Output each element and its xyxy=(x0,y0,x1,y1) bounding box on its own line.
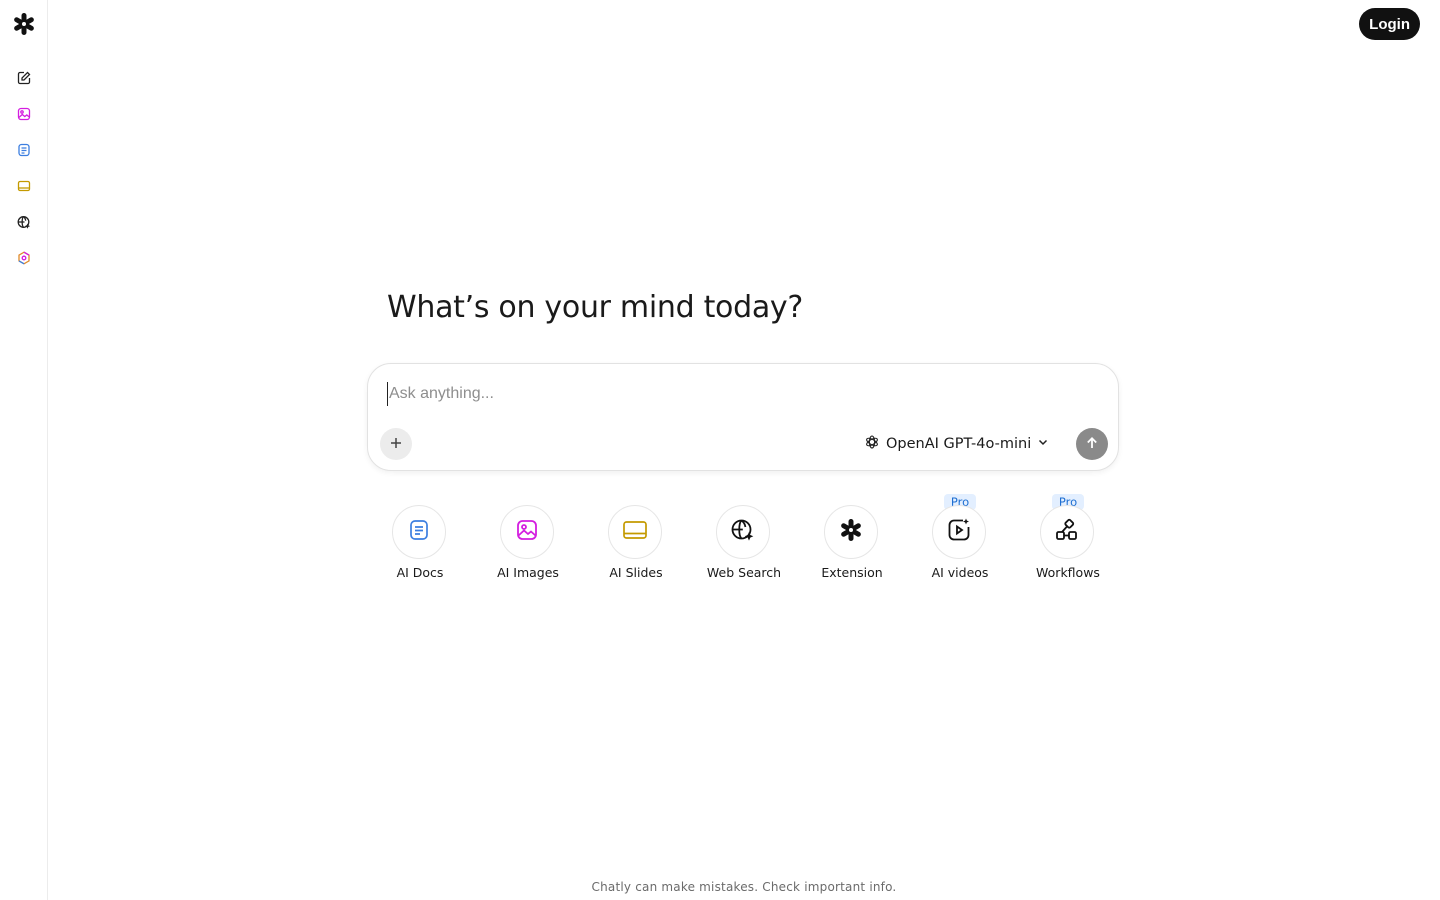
sidebar-item-web-search[interactable] xyxy=(14,214,34,234)
tool-label: AI videos xyxy=(931,565,989,580)
docs-icon xyxy=(407,518,431,547)
sidebar xyxy=(0,0,48,900)
workflow-icon xyxy=(1054,517,1080,548)
login-button[interactable]: Login xyxy=(1359,8,1420,40)
send-button[interactable] xyxy=(1076,428,1108,460)
web-search-icon xyxy=(17,215,31,234)
web-search-icon xyxy=(730,517,756,548)
asterisk-logo-icon[interactable] xyxy=(12,12,36,36)
new-chat-icon xyxy=(17,71,31,90)
asterisk-icon xyxy=(839,518,863,547)
tool-ai-slides[interactable]: AI Slides xyxy=(582,494,690,584)
page-title: What’s on your mind today? xyxy=(387,290,803,325)
openai-logo-icon xyxy=(864,434,880,454)
tool-icon-button[interactable] xyxy=(1040,505,1094,559)
tool-ai-images[interactable]: AI Images xyxy=(474,494,582,584)
chevron-down-icon xyxy=(1037,436,1049,452)
sidebar-item-new-chat[interactable] xyxy=(14,70,34,90)
tool-icon-button[interactable] xyxy=(392,505,446,559)
attach-button[interactable] xyxy=(380,428,412,460)
tool-label: Workflows xyxy=(1036,565,1100,580)
model-label: OpenAI GPT-4o-mini xyxy=(886,436,1032,452)
tool-icon-button[interactable] xyxy=(824,505,878,559)
tool-label: AI Slides xyxy=(609,565,663,580)
tool-label: AI Images xyxy=(497,565,559,580)
sidebar-item-ai-docs[interactable] xyxy=(14,142,34,162)
tool-label: Web Search xyxy=(706,565,782,580)
sidebar-item-ai-slides[interactable] xyxy=(14,178,34,198)
slides-icon xyxy=(622,518,648,547)
tool-label: Extension xyxy=(821,565,883,580)
composer: OpenAI GPT-4o-mini xyxy=(367,363,1119,471)
tool-icon-button[interactable] xyxy=(932,505,986,559)
tool-icon-button[interactable] xyxy=(500,505,554,559)
arrow-up-icon xyxy=(1085,436,1099,453)
disclaimer-text: Chatly can make mistakes. Check importan… xyxy=(591,880,897,894)
tool-icon-button[interactable] xyxy=(608,505,662,559)
tool-ai-docs[interactable]: AI Docs xyxy=(366,494,474,584)
prompt-input[interactable] xyxy=(387,382,1089,406)
model-selector[interactable]: OpenAI GPT-4o-mini xyxy=(864,434,1049,454)
document-icon xyxy=(17,143,31,162)
tool-web-search[interactable]: Web Search xyxy=(690,494,798,584)
image-icon xyxy=(17,107,31,126)
video-icon xyxy=(946,517,972,548)
tool-shortcuts: AI Docs AI Images AI Slides Web Search E… xyxy=(366,494,1122,584)
slides-icon xyxy=(17,179,31,198)
tool-workflows[interactable]: Pro Workflows xyxy=(1014,494,1122,584)
tool-extension[interactable]: Extension xyxy=(798,494,906,584)
extension-icon xyxy=(17,250,31,270)
tool-icon-button[interactable] xyxy=(716,505,770,559)
plus-icon xyxy=(389,436,403,453)
sidebar-item-ai-images[interactable] xyxy=(14,106,34,126)
tool-ai-videos[interactable]: Pro AI videos xyxy=(906,494,1014,584)
sidebar-item-extension[interactable] xyxy=(14,250,34,270)
image-icon xyxy=(515,518,539,547)
tool-label: AI Docs xyxy=(396,565,444,580)
